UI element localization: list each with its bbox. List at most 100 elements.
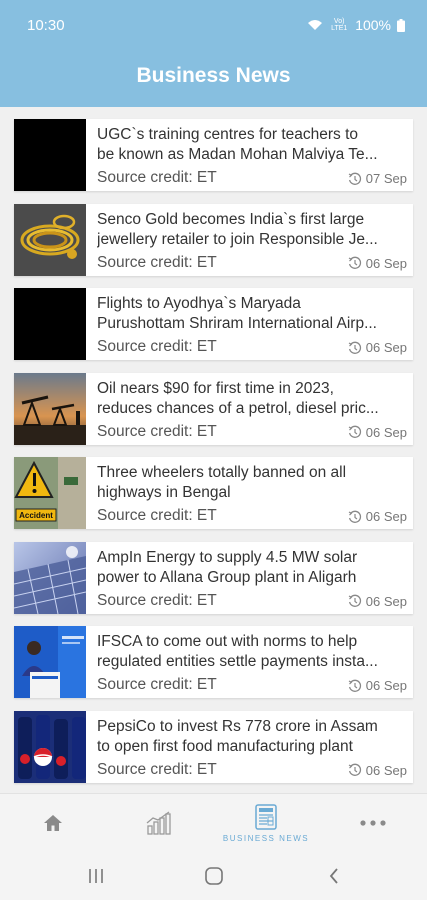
status-time: 10:30	[27, 17, 65, 34]
history-icon	[348, 594, 361, 607]
accident-sign-text: Accident	[19, 511, 53, 520]
source-credit: Source credit: ET	[97, 169, 217, 186]
news-title: UGC`s training centres for teachers to b…	[97, 125, 407, 165]
recent-apps-button[interactable]	[84, 865, 108, 887]
nav-item-markets[interactable]	[106, 794, 212, 852]
more-icon	[360, 820, 386, 826]
wifi-icon	[308, 20, 323, 30]
source-credit: Source credit: ET	[97, 253, 217, 271]
battery-icon	[397, 18, 405, 32]
nav-item-home[interactable]	[0, 794, 106, 852]
history-icon	[348, 425, 361, 438]
system-navigation-bar	[0, 851, 427, 900]
news-card[interactable]: PepsiCo to invest Rs 778 crore in Assam …	[14, 710, 413, 783]
title-line: Senco Gold becomes India`s first large	[97, 210, 365, 228]
accident-sign-photo: Accident	[14, 457, 86, 529]
black-thumbnail	[14, 119, 86, 191]
date-label: 06 Sep	[365, 255, 407, 271]
status-bar: 10:30 Vo) LTE1 100%	[0, 0, 427, 52]
recent-apps-icon	[89, 869, 103, 883]
source-credit: Source credit: ET	[97, 591, 217, 609]
news-title: Flights to Ayodhya`s Maryada Purushottam…	[97, 294, 407, 334]
page-title: Business News	[136, 64, 291, 87]
history-icon	[348, 763, 361, 776]
nav-item-business-news[interactable]: BUSINESS NEWS	[213, 794, 319, 852]
news-date: 07 Sep	[348, 171, 407, 186]
battery-level: 100%	[355, 17, 391, 33]
source-credit: Source credit: ET	[97, 760, 217, 778]
solar-panels-photo	[14, 541, 86, 614]
news-date: 06 Sep	[348, 425, 407, 440]
pepsi-bottles-photo	[14, 710, 86, 783]
source-credit: Source credit: ET	[97, 507, 217, 524]
news-title: PepsiCo to invest Rs 778 crore in Assam …	[97, 717, 407, 757]
history-icon	[348, 510, 361, 523]
news-card[interactable]: UGC`s training centres for teachers to b…	[14, 119, 413, 191]
bottom-navigation: BUSINESS NEWS	[0, 793, 427, 851]
title-line: be known as Madan Mohan Malviya Te...	[97, 146, 378, 163]
chart-icon	[146, 811, 171, 835]
news-card[interactable]: Oil nears $90 for first time in 2023, re…	[14, 372, 413, 445]
back-button[interactable]	[322, 865, 346, 887]
news-date: 06 Sep	[348, 678, 407, 693]
title-line: UGC`s training centres for teachers to	[97, 126, 359, 143]
nav-label-business-news: BUSINESS NEWS	[222, 833, 310, 843]
title-line: regulated entities settle payments insta…	[97, 653, 378, 670]
newspaper-icon	[255, 803, 277, 830]
home-icon	[44, 815, 62, 831]
news-card[interactable]: Flights to Ayodhya`s Maryada Purushottam…	[14, 288, 413, 360]
news-date: 06 Sep	[348, 509, 407, 524]
news-title: Senco Gold becomes India`s first large j…	[97, 210, 407, 250]
title-line: jewellery retailer to join Responsible J…	[97, 230, 378, 248]
history-icon	[348, 679, 361, 692]
news-title: Three wheelers totally banned on all hig…	[97, 463, 407, 503]
history-icon	[348, 172, 361, 185]
date-label: 06 Sep	[365, 678, 407, 693]
network-label: Vo) LTE1	[331, 18, 348, 32]
news-title: IFSCA to come out with norms to help reg…	[97, 632, 407, 672]
title-line: power to Allana Group plant in Aligarh	[97, 568, 357, 586]
nav-item-more[interactable]	[320, 794, 426, 852]
source-credit: Source credit: ET	[97, 422, 217, 440]
title-line: reduces chances of a petrol, diesel pric…	[97, 399, 379, 417]
news-date: 06 Sep	[348, 594, 407, 609]
news-card[interactable]: Accident Three wheelers totally banned o…	[14, 457, 413, 529]
home-button[interactable]	[202, 865, 226, 887]
date-label: 06 Sep	[365, 424, 407, 440]
title-line: Flights to Ayodhya`s Maryada	[97, 295, 301, 312]
history-icon	[348, 256, 361, 269]
news-date: 06 Sep	[348, 763, 407, 778]
date-label: 06 Sep	[365, 593, 407, 609]
source-credit: Source credit: ET	[97, 676, 217, 693]
speaker-podium-photo	[14, 626, 86, 698]
title-line: AmpIn Energy to supply 4.5 MW solar	[97, 548, 358, 566]
date-label: 06 Sep	[365, 509, 407, 524]
news-date: 06 Sep	[348, 340, 407, 355]
history-icon	[348, 341, 361, 354]
black-thumbnail	[14, 288, 86, 360]
news-feed[interactable]: UGC`s training centres for teachers to b…	[14, 119, 413, 795]
back-icon	[329, 868, 338, 884]
source-credit: Source credit: ET	[97, 338, 217, 355]
news-title: Oil nears $90 for first time in 2023, re…	[97, 379, 407, 419]
title-line: Purushottam Shriram International Airp..…	[97, 315, 377, 332]
home-circle-icon	[205, 867, 223, 885]
title-line: Oil nears $90 for first time in 2023,	[97, 379, 334, 397]
oil-pumps-photo	[14, 372, 86, 445]
news-title: AmpIn Energy to supply 4.5 MW solar powe…	[97, 548, 407, 588]
gold-jewellery-photo	[14, 203, 86, 276]
news-date: 06 Sep	[348, 256, 407, 271]
news-card[interactable]: AmpIn Energy to supply 4.5 MW solar powe…	[14, 541, 413, 614]
title-line: PepsiCo to invest Rs 778 crore in Assam	[97, 717, 378, 735]
date-label: 06 Sep	[365, 762, 407, 778]
title-line: IFSCA to come out with norms to help	[97, 633, 358, 650]
app-header: 10:30 Vo) LTE1 100% Business News	[0, 0, 427, 107]
title-line: Three wheelers totally banned on all	[97, 464, 347, 481]
date-label: 06 Sep	[365, 340, 407, 355]
status-icons: Vo) LTE1 100%	[307, 17, 405, 33]
title-line: to open first food manufacturing plant	[97, 737, 353, 755]
date-label: 07 Sep	[365, 171, 407, 186]
news-card[interactable]: IFSCA to come out with norms to help reg…	[14, 626, 413, 698]
news-card[interactable]: Senco Gold becomes India`s first large j…	[14, 203, 413, 276]
title-line: highways in Bengal	[97, 484, 231, 501]
